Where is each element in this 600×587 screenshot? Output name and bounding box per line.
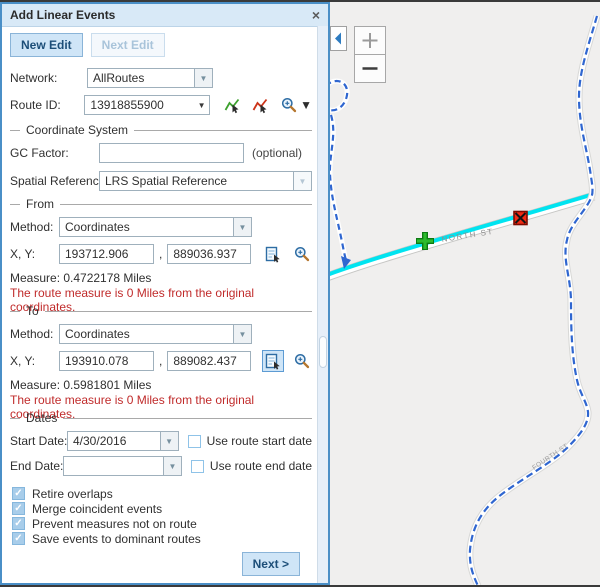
from-legend: From	[10, 197, 312, 211]
from-x-input[interactable]: 193712.906	[59, 244, 154, 264]
use-route-end-date-label: Use route end date	[210, 459, 312, 473]
app-window: Add Linear Events × New Edit Next Edit N…	[0, 0, 600, 587]
to-method-select[interactable]: Coordinates ▼	[59, 324, 252, 344]
end-date-select[interactable]: ▼	[63, 456, 182, 476]
from-pick-on-map-icon[interactable]	[262, 243, 284, 265]
chevron-down-icon[interactable]: ▼	[194, 96, 209, 114]
end-date-value	[64, 457, 163, 475]
map-graphics: NORTH ST FOURTH ST	[330, 2, 600, 585]
retire-overlaps-checkbox[interactable]: ✓	[12, 487, 25, 500]
retire-overlaps-label: Retire overlaps	[32, 487, 113, 501]
next-edit-button: Next Edit	[91, 33, 165, 57]
panel-titlebar: Add Linear Events ×	[2, 4, 328, 27]
use-route-start-date-checkbox[interactable]	[188, 435, 201, 448]
network-value: AllRoutes	[88, 69, 194, 87]
scrollbar-thumb[interactable]	[319, 336, 327, 368]
option-row: ✓ Prevent measures not on route	[10, 516, 312, 531]
from-warning-text: The route measure is 0 Miles from the or…	[10, 286, 312, 300]
chevron-down-icon[interactable]: ▼	[163, 457, 181, 475]
to-pick-on-map-icon[interactable]	[262, 350, 284, 372]
network-label: Network:	[10, 71, 87, 85]
chevron-down-icon: ▼	[293, 172, 311, 190]
next-button[interactable]: Next >	[242, 552, 300, 576]
new-edit-button[interactable]: New Edit	[10, 33, 83, 57]
select-route-green-icon[interactable]	[224, 97, 241, 114]
to-measure-text: Measure: 0.5981801 Miles	[10, 378, 312, 392]
option-row: ✓ Merge coincident events	[10, 501, 312, 516]
from-zoom-icon[interactable]	[294, 246, 310, 262]
zoom-control	[355, 27, 386, 83]
stream-right	[470, 16, 597, 585]
to-y-input[interactable]: 889082.437	[167, 351, 251, 371]
spatial-reference-select: LRS Spatial Reference ▼	[99, 171, 312, 191]
to-method-value: Coordinates	[60, 325, 233, 343]
panel-title: Add Linear Events	[10, 8, 312, 22]
merge-coincident-events-checkbox[interactable]: ✓	[12, 502, 25, 515]
option-row: ✓ Retire overlaps	[10, 486, 312, 501]
from-xy-label: X, Y:	[10, 247, 59, 261]
route-id-label: Route ID:	[10, 98, 84, 112]
chevron-down-icon[interactable]: ▼	[233, 325, 251, 343]
zoom-options-chevron-icon[interactable]: ▼	[300, 98, 312, 112]
network-select[interactable]: AllRoutes ▼	[87, 68, 213, 88]
chevron-down-icon[interactable]: ▼	[194, 69, 212, 87]
dates-legend: Dates	[10, 411, 312, 425]
coordinate-system-legend: Coordinate System	[10, 123, 312, 137]
zoom-to-route-icon[interactable]	[281, 97, 297, 113]
prevent-measures-checkbox[interactable]: ✓	[12, 517, 25, 530]
gc-factor-hint: (optional)	[252, 146, 302, 160]
from-measure-text: Measure: 0.4722178 Miles	[10, 271, 312, 285]
xy-separator: ,	[159, 354, 162, 368]
panel-collapse-button[interactable]	[331, 27, 347, 51]
panel-content: New Edit Next Edit Network: AllRoutes ▼ …	[2, 26, 318, 583]
option-row: ✓ Save events to dominant routes	[10, 531, 312, 546]
to-x-input[interactable]: 193910.078	[59, 351, 154, 371]
panel-scrollbar[interactable]	[317, 26, 328, 583]
from-method-select[interactable]: Coordinates ▼	[59, 217, 252, 237]
end-date-label: End Date:	[10, 459, 63, 473]
stream-label: FOURTH ST	[531, 443, 569, 472]
from-method-value: Coordinates	[60, 218, 233, 236]
add-linear-events-panel: Add Linear Events × New Edit Next Edit N…	[0, 2, 330, 585]
select-route-red-icon[interactable]	[252, 97, 269, 114]
from-method-label: Method:	[10, 220, 59, 234]
spatial-reference-value: LRS Spatial Reference	[100, 172, 293, 190]
from-y-input[interactable]: 889036.937	[167, 244, 251, 264]
to-xy-label: X, Y:	[10, 354, 59, 368]
close-icon[interactable]: ×	[312, 8, 320, 22]
map-canvas[interactable]: NORTH ST FOURTH ST	[330, 2, 600, 585]
xy-separator: ,	[159, 247, 162, 261]
use-route-start-date-label: Use route start date	[207, 434, 312, 448]
spatial-reference-label: Spatial Reference:	[10, 174, 99, 188]
gc-factor-input[interactable]	[99, 143, 244, 163]
to-zoom-icon[interactable]	[294, 353, 310, 369]
start-date-label: Start Date:	[10, 434, 67, 448]
to-warning-text: The route measure is 0 Miles from the or…	[10, 393, 312, 407]
start-date-value: 4/30/2016	[68, 432, 160, 450]
stream-left	[330, 81, 351, 269]
route-id-value: 13918855900	[85, 96, 194, 114]
chevron-down-icon[interactable]: ▼	[160, 432, 178, 450]
save-events-dominant-label: Save events to dominant routes	[32, 532, 201, 546]
prevent-measures-label: Prevent measures not on route	[32, 517, 197, 531]
start-date-select[interactable]: 4/30/2016 ▼	[67, 431, 179, 451]
chevron-down-icon[interactable]: ▼	[233, 218, 251, 236]
save-events-dominant-checkbox[interactable]: ✓	[12, 532, 25, 545]
route-id-combobox[interactable]: 13918855900 ▼	[84, 95, 210, 115]
use-route-end-date-checkbox[interactable]	[191, 460, 204, 473]
gc-factor-label: GC Factor:	[10, 146, 99, 160]
to-method-label: Method:	[10, 327, 59, 341]
merge-coincident-events-label: Merge coincident events	[32, 502, 162, 516]
to-point-marker[interactable]	[514, 212, 527, 225]
